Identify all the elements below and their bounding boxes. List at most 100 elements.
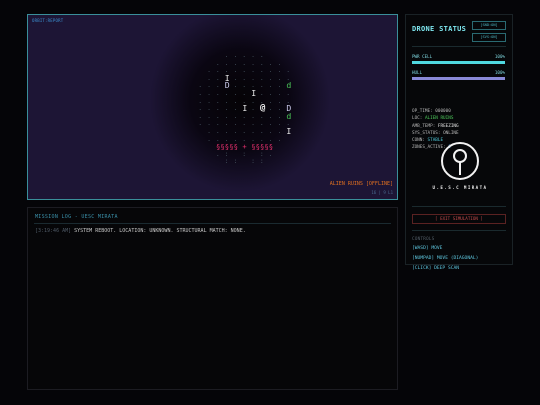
floor-tile: .: [216, 82, 220, 90]
floor-tile: .: [277, 67, 282, 75]
floor-tile: .: [268, 74, 273, 82]
game-map[interactable]: .........................I..........D...…: [28, 15, 397, 199]
floor-tile: .: [277, 97, 282, 105]
floor-tile: .: [207, 135, 211, 143]
floor-tile: .: [277, 135, 282, 143]
floor-tile: .: [251, 59, 255, 67]
floor-tile: .: [216, 74, 220, 82]
floor-tile: .: [268, 105, 273, 113]
floor-tile: .: [207, 105, 211, 113]
floor-tile: .: [216, 112, 220, 120]
log-title: MISSION LOG - UESC MIRATA: [35, 214, 118, 220]
rubble-tile: :: [224, 150, 229, 158]
floor-tile: .: [242, 90, 247, 97]
log-divider: [34, 223, 391, 224]
panel-divider: [412, 206, 506, 207]
item-marker: I: [242, 103, 248, 114]
log-timestamp: [3:19:46 AM]: [35, 228, 72, 234]
floor-tile: .: [216, 97, 220, 105]
floor-tile: .: [198, 120, 203, 128]
entity-d: d: [286, 80, 292, 91]
floor-tile: .: [233, 112, 238, 120]
rubble-tile: :: [251, 158, 255, 166]
floor-tile: .: [224, 128, 229, 135]
stat-op-time: OP_TIME: 000000: [412, 109, 451, 114]
floor-tile: .: [268, 67, 273, 75]
item-marker: I: [286, 126, 292, 136]
floor-tile: .: [251, 74, 255, 82]
panel-title: DRONE STATUS: [412, 25, 467, 33]
floor-tile: .: [260, 82, 264, 90]
floor-tile: .: [233, 82, 238, 90]
floor-tile: .: [251, 120, 255, 128]
barrier-tile: §: [233, 142, 238, 152]
floor-tile: .: [207, 82, 211, 90]
floor-tile: .: [242, 59, 247, 67]
floor-tile: .: [207, 67, 211, 75]
zone-label: ALIEN RUINS [OFFLINE]: [329, 181, 393, 187]
floor-tile: .: [233, 74, 238, 82]
floor-tile: .: [207, 112, 211, 120]
floor-tile: .: [233, 120, 238, 128]
floor-tile: .: [233, 105, 238, 113]
floor-tile: .: [242, 120, 247, 128]
floor-tile: .: [224, 105, 229, 113]
floor-tile: .: [260, 120, 264, 128]
floor-tile: .: [242, 82, 247, 90]
floor-tile: .: [198, 112, 203, 120]
floor-tile: .: [207, 74, 211, 82]
floor-tile: .: [224, 120, 229, 128]
floor-tile: .: [242, 112, 247, 120]
floor-tile: .: [260, 128, 264, 135]
coords-readout: 16 | 9 L1: [371, 190, 393, 195]
floor-tile: .: [268, 150, 273, 158]
floor-tile: .: [268, 112, 273, 120]
control-move-diagonal: [NUMPAD] MOVE (DIAGONAL): [412, 256, 479, 261]
floor-tile: .: [260, 52, 264, 59]
floor-tile: .: [216, 105, 220, 113]
floor-tile: .: [251, 105, 255, 113]
floor-tile: .: [233, 128, 238, 135]
floor-tile: .: [233, 90, 238, 97]
door-tile: +: [242, 142, 247, 152]
pwr-value: 100%: [494, 54, 505, 59]
floor-tile: .: [260, 74, 264, 82]
floor-tile: .: [268, 82, 273, 90]
pwr-bar-fill: [412, 61, 505, 64]
floor-tile: .: [251, 112, 255, 120]
floor-tile: .: [198, 82, 203, 90]
floor-tile: .: [242, 67, 247, 75]
log-entry: [3:19:46 AM] SYSTEM REBOOT. LOCATION: UNK…: [35, 228, 246, 234]
control-deep-scan: [CLICK] DEEP SCAN: [412, 266, 460, 271]
game-viewport[interactable]: .........................I..........D...…: [27, 14, 398, 200]
stat-loc: LOC: ALIEN RUINS: [412, 116, 454, 122]
entity-d: d: [286, 110, 292, 121]
floor-tile: .: [198, 105, 203, 113]
floor-tile: .: [216, 120, 220, 128]
floor-tile: .: [198, 97, 203, 105]
floor-tile: .: [224, 90, 229, 97]
floor-tile: .: [260, 90, 264, 97]
controls-title: CONTROLS: [412, 236, 435, 241]
floor-tile: .: [242, 128, 247, 135]
exit-simulation-button[interactable]: [ EXIT SIMULATION ]: [412, 214, 506, 224]
hull-value: 100%: [494, 70, 505, 75]
barrier-tile: §: [268, 142, 274, 152]
rubble-tile: :: [242, 150, 247, 158]
floor-tile: .: [207, 90, 211, 97]
log-text: SYSTEM REBOOT. LOCATION: UNKNOWN. STRUCT…: [74, 228, 246, 234]
floor-tile: .: [207, 128, 211, 135]
entity-D: D: [224, 80, 230, 91]
floor-tile: .: [277, 105, 282, 113]
svs-toggle-button[interactable]: [SVS:ON]: [472, 33, 506, 42]
floor-tile: .: [260, 59, 264, 67]
mission-log: MISSION LOG - UESC MIRATA [3:19:46 AM] SY…: [27, 207, 398, 390]
pwr-bar: [412, 61, 505, 64]
floor-tile: .: [277, 120, 282, 128]
sound-toggle-button[interactable]: [SND:ON]: [472, 21, 506, 30]
rubble-tile: :: [260, 150, 264, 158]
floor-tile: .: [260, 67, 264, 75]
stat-amb-temp: AMB_TEMP: FREEZING: [412, 123, 459, 129]
floor-tile: .: [207, 97, 211, 105]
floor-tile: .: [216, 59, 220, 67]
